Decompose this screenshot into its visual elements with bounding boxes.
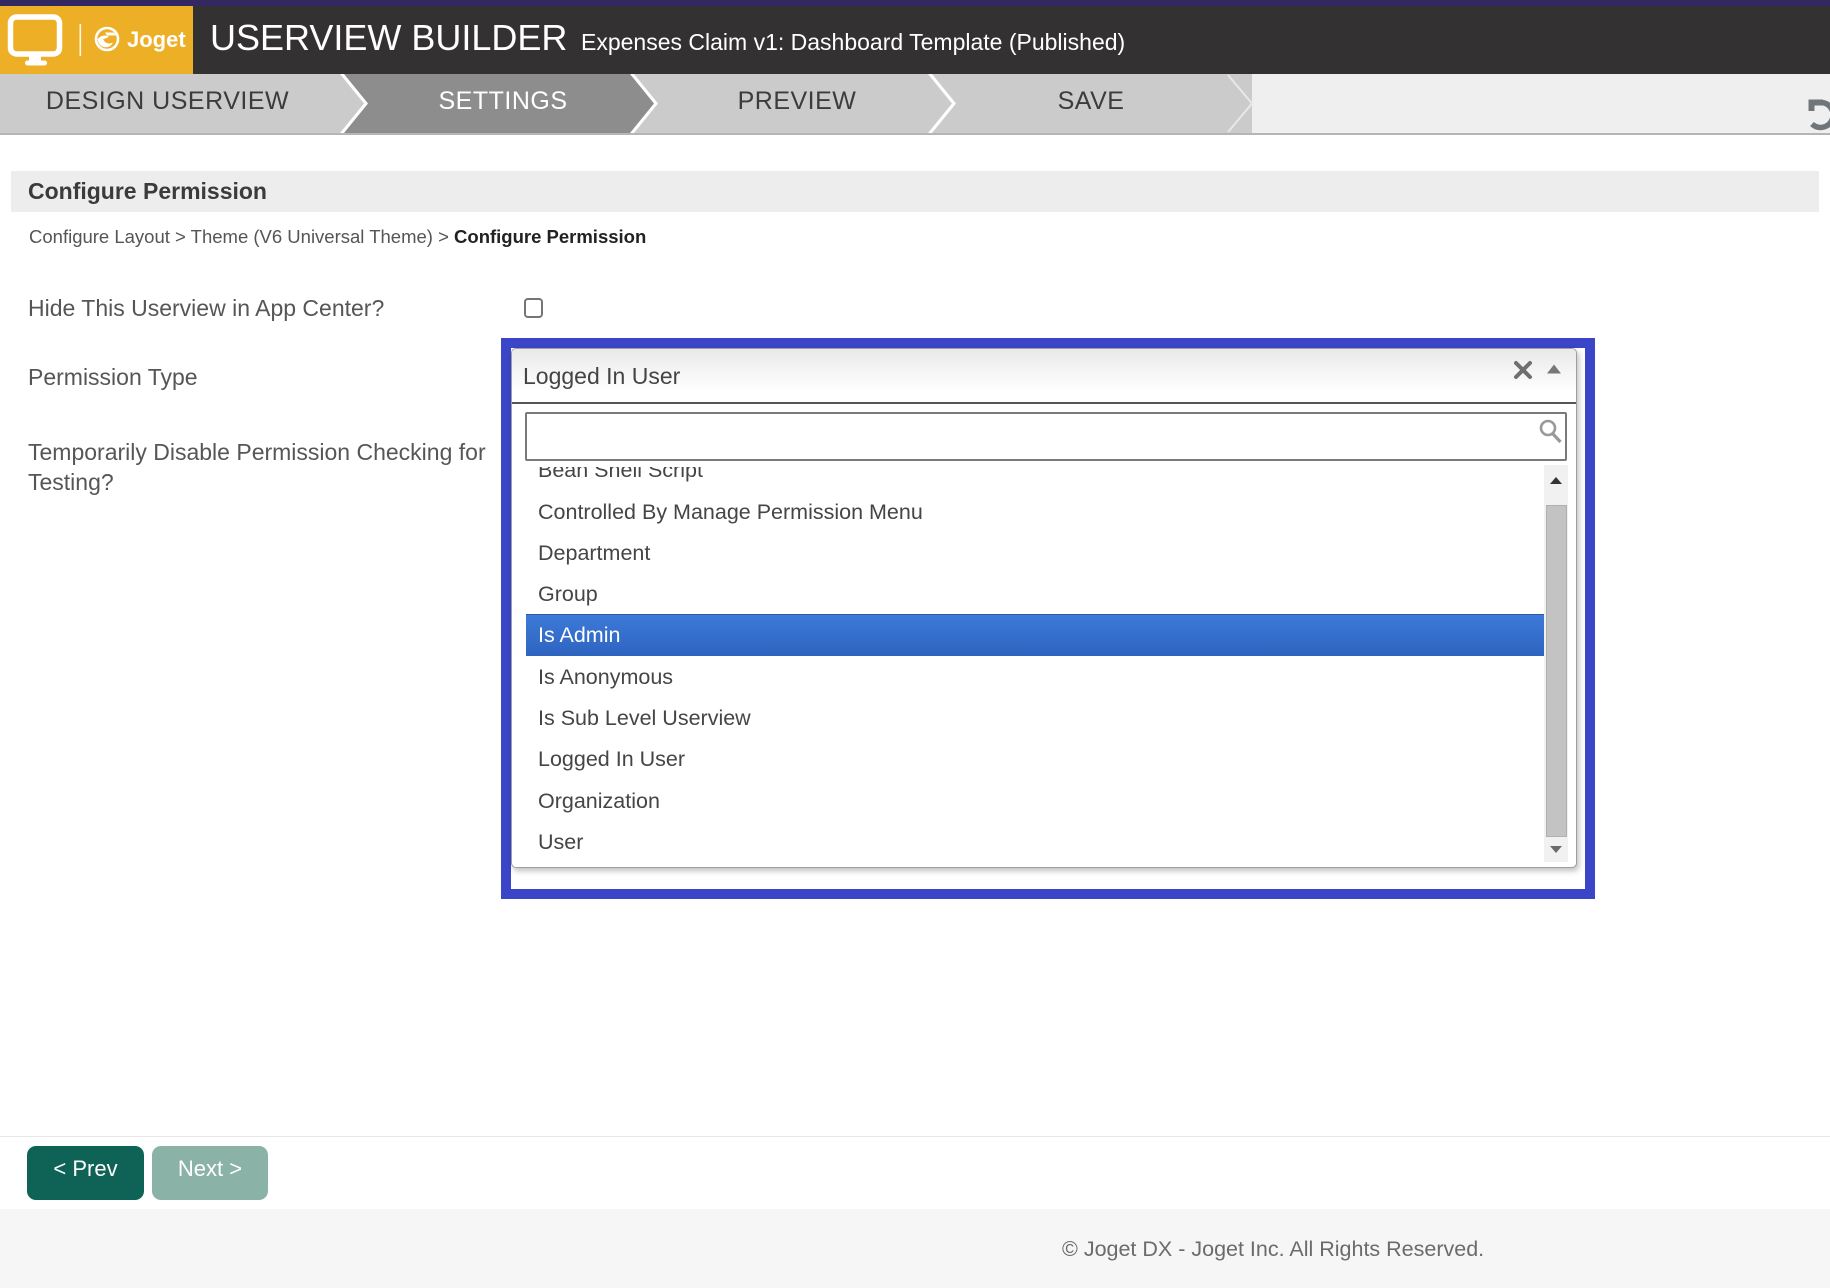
svg-text:Joget: Joget — [127, 27, 186, 52]
